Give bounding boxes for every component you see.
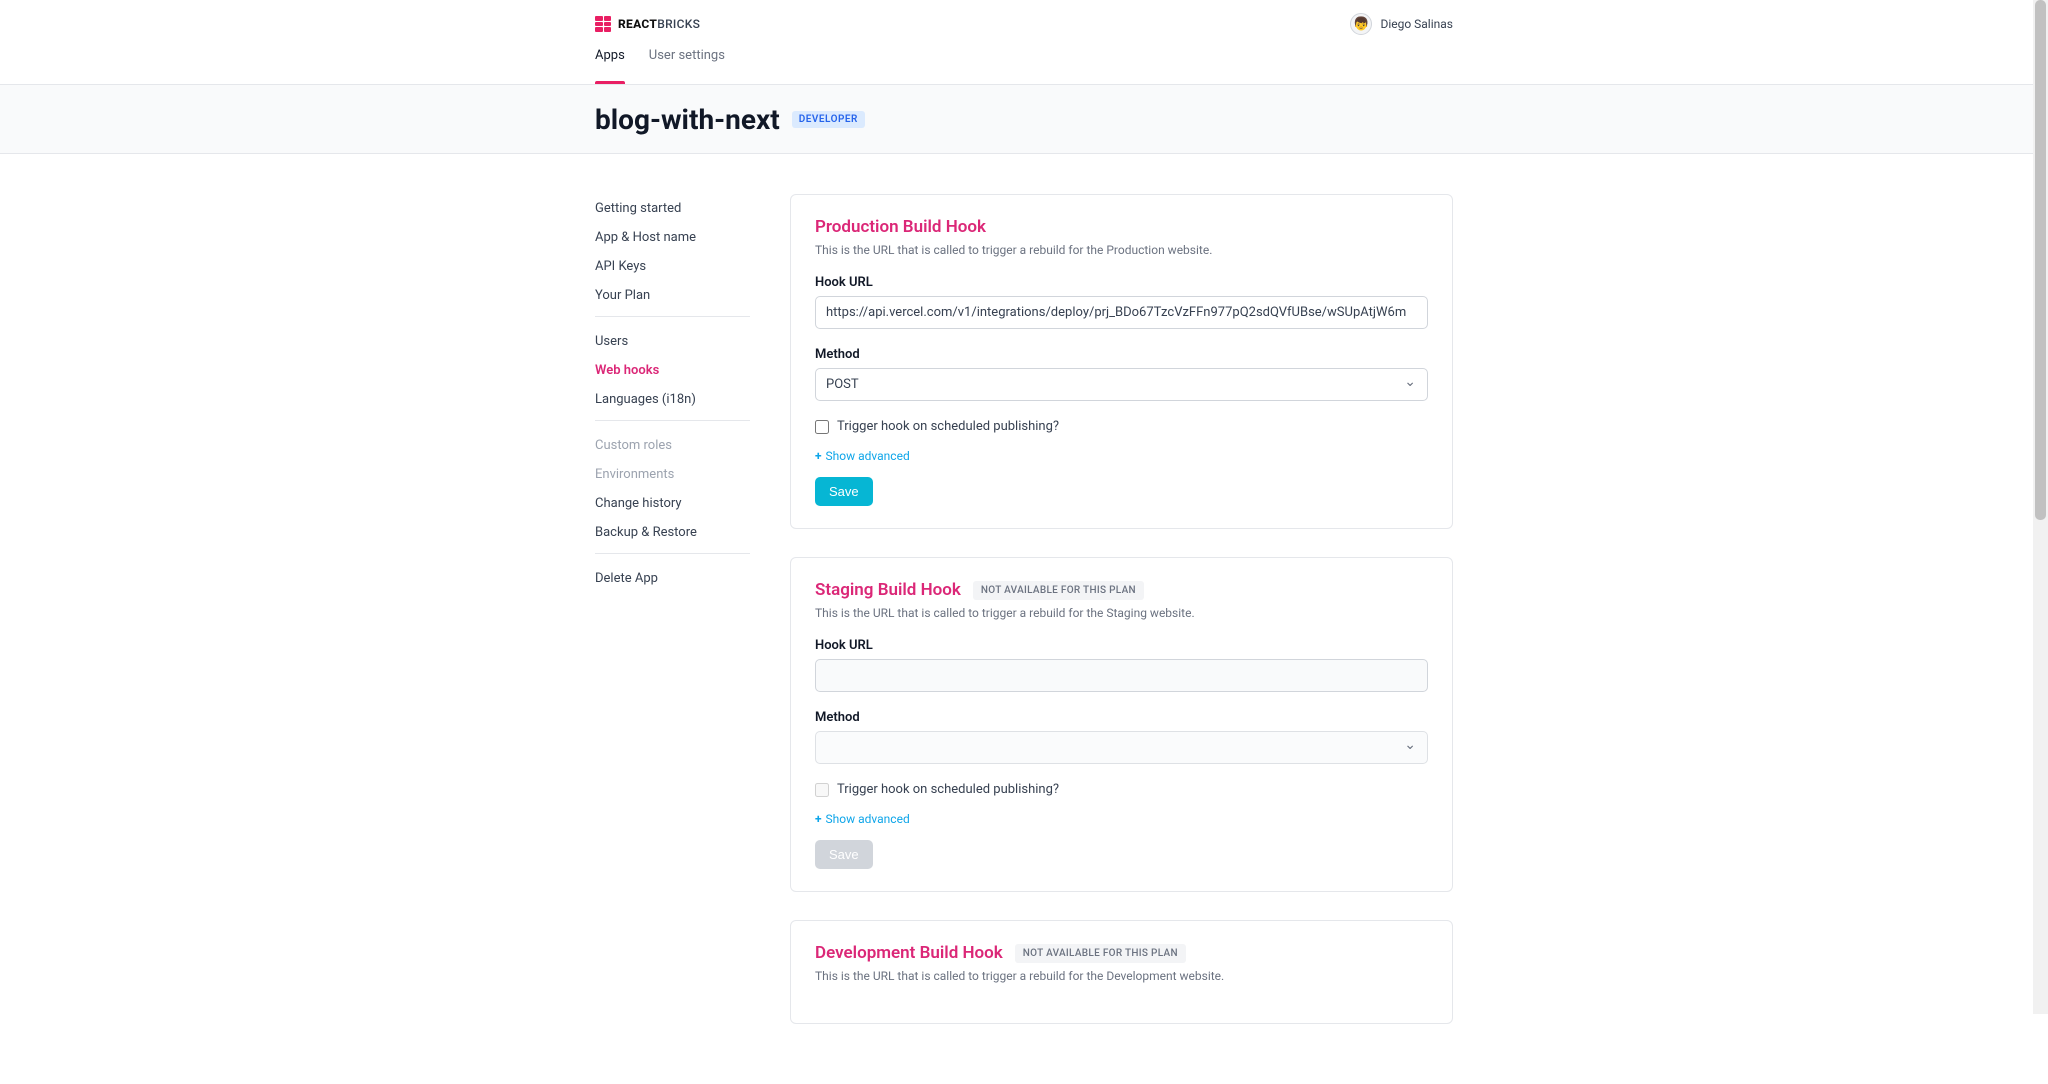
- trigger-scheduled-checkbox[interactable]: [815, 420, 829, 434]
- plan-na-badge: NOT AVAILABLE FOR THIS PLAN: [1015, 944, 1186, 963]
- method-select[interactable]: POST: [815, 368, 1428, 401]
- page-title: blog-with-next: [595, 103, 780, 136]
- sidebar-item-getting-started[interactable]: Getting started: [595, 194, 750, 223]
- plan-na-badge: NOT AVAILABLE FOR THIS PLAN: [973, 581, 1144, 600]
- brand-logo[interactable]: REACTBRICKS: [595, 16, 700, 32]
- sidebar-item-app-host[interactable]: App & Host name: [595, 223, 750, 252]
- sidebar-item-environments: Environments: [595, 460, 750, 489]
- card-title: Staging Build Hook: [815, 580, 961, 600]
- card-staging-hook: Staging Build Hook NOT AVAILABLE FOR THI…: [790, 557, 1453, 892]
- logo-text: REACTBRICKS: [618, 17, 700, 31]
- plus-icon: +: [815, 449, 822, 463]
- sidebar: Getting started App & Host name API Keys…: [595, 194, 750, 1024]
- card-desc: This is the URL that is called to trigge…: [815, 243, 1428, 257]
- method-label: Method: [815, 710, 1428, 725]
- trigger-scheduled-label: Trigger hook on scheduled publishing?: [837, 419, 1059, 434]
- trigger-scheduled-checkbox: [815, 783, 829, 797]
- user-name: Diego Salinas: [1380, 17, 1453, 31]
- card-production-hook: Production Build Hook This is the URL th…: [790, 194, 1453, 529]
- sidebar-item-users[interactable]: Users: [595, 327, 750, 356]
- role-badge: DEVELOPER: [792, 111, 865, 128]
- nav-tab-user-settings[interactable]: User settings: [649, 48, 725, 84]
- save-button: Save: [815, 840, 873, 869]
- sidebar-item-delete-app[interactable]: Delete App: [595, 564, 750, 593]
- sidebar-item-web-hooks[interactable]: Web hooks: [595, 356, 750, 385]
- sidebar-item-your-plan[interactable]: Your Plan: [595, 281, 750, 310]
- main-content: Production Build Hook This is the URL th…: [790, 194, 1453, 1024]
- method-select: [815, 731, 1428, 764]
- sidebar-item-api-keys[interactable]: API Keys: [595, 252, 750, 281]
- plus-icon: +: [815, 812, 822, 826]
- sidebar-item-languages[interactable]: Languages (i18n): [595, 385, 750, 414]
- logo-icon: [595, 16, 611, 32]
- primary-nav: Apps User settings: [595, 48, 1453, 84]
- save-button[interactable]: Save: [815, 477, 873, 506]
- hook-url-input: [815, 659, 1428, 692]
- trigger-scheduled-label: Trigger hook on scheduled publishing?: [837, 782, 1059, 797]
- scrollbar[interactable]: [2033, 0, 2048, 1014]
- card-title: Development Build Hook: [815, 943, 1003, 963]
- scrollbar-thumb[interactable]: [2035, 0, 2046, 520]
- card-title: Production Build Hook: [815, 217, 986, 237]
- user-menu[interactable]: 👦 Diego Salinas: [1350, 13, 1453, 35]
- hook-url-input[interactable]: [815, 296, 1428, 329]
- nav-tab-apps[interactable]: Apps: [595, 48, 625, 84]
- avatar: 👦: [1350, 13, 1372, 35]
- top-header: REACTBRICKS 👦 Diego Salinas Apps User se…: [0, 0, 2048, 85]
- page-subheader: blog-with-next DEVELOPER: [0, 85, 2048, 154]
- sidebar-item-custom-roles: Custom roles: [595, 431, 750, 460]
- show-advanced-toggle[interactable]: + Show advanced: [815, 449, 910, 463]
- hook-url-label: Hook URL: [815, 275, 1428, 290]
- card-development-hook: Development Build Hook NOT AVAILABLE FOR…: [790, 920, 1453, 1024]
- method-label: Method: [815, 347, 1428, 362]
- show-advanced-toggle[interactable]: + Show advanced: [815, 812, 910, 826]
- card-desc: This is the URL that is called to trigge…: [815, 969, 1428, 983]
- sidebar-item-backup-restore[interactable]: Backup & Restore: [595, 518, 750, 547]
- hook-url-label: Hook URL: [815, 638, 1428, 653]
- sidebar-item-change-history[interactable]: Change history: [595, 489, 750, 518]
- card-desc: This is the URL that is called to trigge…: [815, 606, 1428, 620]
